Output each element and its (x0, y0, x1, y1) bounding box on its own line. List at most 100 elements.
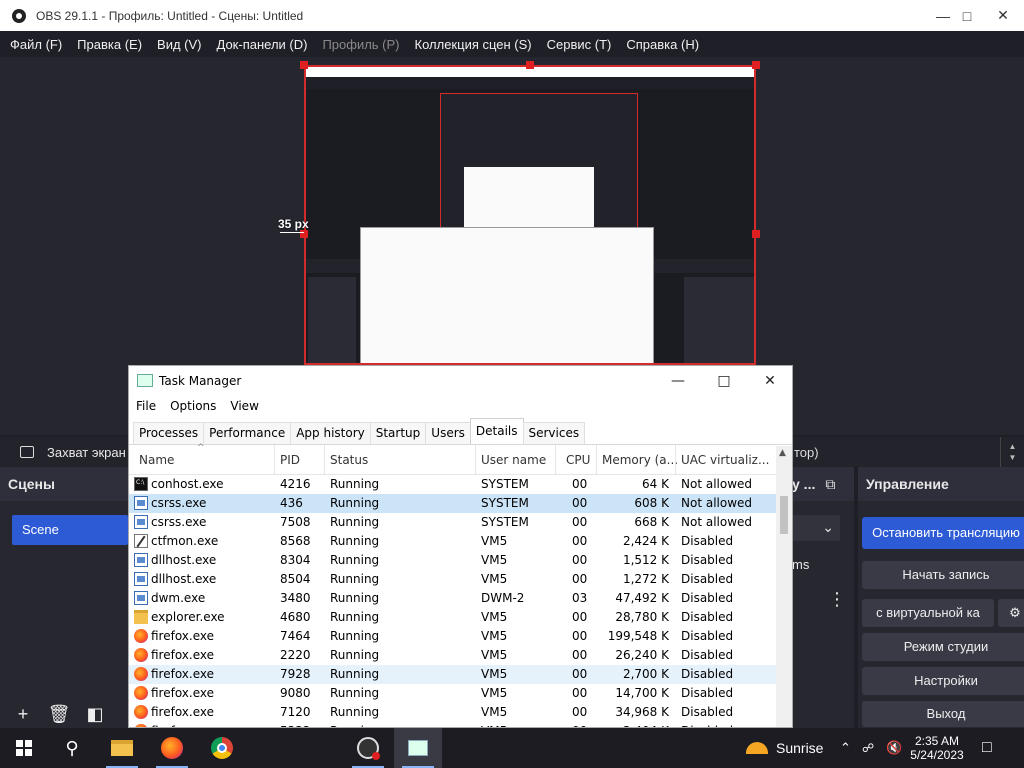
table-row[interactable]: conhost.exe 4216 Running SYSTEM 00 64 K Not al… (129, 475, 777, 494)
cell-cpu: 00 (572, 667, 588, 681)
table-row[interactable]: dwm.exe 3480 Running DWM-2 03 47,492 K Disable… (129, 589, 777, 608)
middle-field[interactable]: ⌄ (786, 515, 840, 541)
firefox-icon[interactable] (148, 728, 196, 768)
col-pid[interactable]: PID (280, 453, 300, 467)
tm-vertical-scrollbar[interactable]: ▲ (776, 446, 792, 727)
tm-menu-view[interactable]: View (230, 399, 258, 413)
distance-guide-line (280, 232, 304, 233)
col-cpu[interactable]: CPU (566, 453, 590, 467)
menu-scene-collection[interactable]: Коллекция сцен (S) (415, 37, 532, 52)
resize-handle-tl[interactable] (300, 61, 308, 69)
menu-file[interactable]: Файл (F) (10, 37, 62, 52)
cell-mem: 608 K (634, 496, 669, 510)
tab-startup[interactable]: Startup (369, 422, 427, 444)
table-row[interactable]: firefox.exe 2220 Running VM5 00 26,240 K Disab… (129, 646, 777, 665)
tm-maximize-button[interactable]: □ (701, 366, 747, 395)
col-status[interactable]: Status (330, 453, 368, 467)
more-options-icon[interactable]: ⋮ (828, 589, 846, 610)
menu-edit[interactable]: Правка (E) (77, 37, 142, 52)
table-row[interactable]: firefox.exe 7120 Running VM5 00 34,968 K Disab… (129, 703, 777, 722)
exit-button[interactable]: Выход (862, 701, 1024, 727)
menu-docks[interactable]: Док-панели (D) (217, 37, 308, 52)
cell-cpu: 00 (572, 705, 588, 719)
tm-menu-options[interactable]: Options (170, 399, 216, 413)
scene-filters-icon[interactable]: ◧ (80, 702, 110, 726)
show-hidden-icons-icon[interactable]: ⌃ (840, 728, 851, 768)
table-row[interactable]: csrss.exe 7508 Running SYSTEM 00 668 K Not all… (129, 513, 777, 532)
clock[interactable]: 2:35 AM 5/24/2023 (908, 728, 966, 768)
scroll-up-icon[interactable]: ▲ (779, 448, 786, 458)
network-icon[interactable]: ☍ (862, 728, 874, 768)
tab-details[interactable]: Details (469, 418, 524, 444)
resize-handle-r[interactable] (752, 230, 760, 238)
preview-canvas[interactable] (304, 65, 756, 365)
virtual-camera-settings-icon[interactable]: ⚙ (998, 599, 1024, 627)
tab-app-history[interactable]: App history (290, 422, 371, 444)
cell-name: csrss.exe (151, 515, 207, 529)
chrome-icon[interactable] (198, 728, 246, 768)
resize-handle-tr[interactable] (752, 61, 760, 69)
table-row[interactable]: firefox.exe 9080 Running VM5 00 14,700 K Disab… (129, 684, 777, 703)
display-select-spinner[interactable]: ▲ ▼ (1000, 437, 1024, 467)
cell-pid: 7928 (280, 667, 311, 681)
menu-tools[interactable]: Сервис (T) (547, 37, 612, 52)
table-row[interactable]: csrss.exe 436 Running SYSTEM 00 608 K Not allo… (129, 494, 777, 513)
virtual-camera-button[interactable]: с виртуальной ка (862, 599, 994, 627)
scrollbar-thumb[interactable] (780, 496, 788, 534)
cell-status: Running (330, 629, 380, 643)
tab-performance[interactable]: Performance (203, 422, 292, 444)
resize-handle-t[interactable] (526, 61, 534, 69)
table-row[interactable]: firefox.exe 7464 Running VM5 00 199,548 K Disa… (129, 627, 777, 646)
cell-uac: Disabled (681, 610, 734, 624)
cell-user: VM5 (481, 534, 508, 548)
process-folder-icon (134, 610, 148, 624)
cell-user: VM5 (481, 610, 508, 624)
start-button[interactable] (0, 728, 48, 768)
table-row[interactable]: firefox.exe 7928 Running VM5 00 2,700 K Disabl… (129, 665, 777, 684)
tab-processes[interactable]: Processes (133, 422, 205, 444)
tm-process-list: conhost.exe 4216 Running SYSTEM 00 64 K Not al… (129, 475, 792, 727)
tm-close-button[interactable]: ✕ (747, 366, 792, 395)
tm-minimize-button[interactable]: — (655, 366, 701, 395)
table-row[interactable]: dllhost.exe 8304 Running VM5 00 1,512 K Disabl… (129, 551, 777, 570)
cell-pid: 8568 (280, 534, 311, 548)
delete-scene-icon[interactable]: 🗑 (44, 702, 74, 726)
add-scene-icon[interactable]: + (8, 702, 38, 726)
close-button[interactable]: ✕ (980, 0, 1024, 31)
notifications-icon[interactable]: □ (982, 728, 992, 768)
table-row[interactable]: ctfmon.exe 8568 Running VM5 00 2,424 K Disable… (129, 532, 777, 551)
col-memory[interactable]: Memory (a... (602, 453, 678, 467)
menu-help[interactable]: Справка (H) (626, 37, 699, 52)
cell-status: Running (330, 667, 380, 681)
settings-button[interactable]: Настройки (862, 667, 1024, 695)
weather-widget[interactable]: Sunrise (746, 728, 823, 768)
start-recording-button[interactable]: Начать запись (862, 561, 1024, 589)
menu-view[interactable]: Вид (V) (157, 37, 201, 52)
file-explorer-icon[interactable] (98, 728, 146, 768)
cell-user: VM5 (481, 553, 508, 567)
col-user-name[interactable]: User name (481, 453, 546, 467)
clock-time: 2:35 AM (914, 734, 960, 748)
table-row[interactable]: explorer.exe 4680 Running VM5 00 28,780 K Disa… (129, 608, 777, 627)
tm-menu-file[interactable]: File (136, 399, 156, 413)
stop-streaming-button[interactable]: Остановить трансляцию (862, 517, 1024, 549)
cell-name: ctfmon.exe (151, 534, 219, 548)
source-display-select[interactable]: тор) (794, 445, 819, 460)
volume-muted-icon[interactable]: 🔇 (886, 728, 902, 768)
search-icon[interactable]: ⚲ (48, 728, 96, 768)
cell-uac: Disabled (681, 572, 734, 586)
dock-float-icon[interactable]: ⧉ (825, 476, 835, 493)
cell-user: SYSTEM (481, 496, 529, 510)
cell-name: firefox.exe (151, 667, 215, 681)
tab-users[interactable]: Users (425, 422, 471, 444)
col-uac[interactable]: UAC virtualiz... (681, 453, 769, 467)
scene-item[interactable]: Scene (12, 515, 128, 545)
table-row[interactable]: dllhost.exe 8504 Running VM5 00 1,272 K Disabl… (129, 570, 777, 589)
col-name[interactable]: Name (139, 453, 174, 467)
menu-profile[interactable]: Профиль (P) (322, 37, 399, 52)
task-manager-taskbar-icon[interactable] (394, 728, 442, 768)
tab-services[interactable]: Services (522, 422, 586, 444)
sort-ascending-icon: ^ (197, 443, 205, 453)
obs-taskbar-icon[interactable] (344, 728, 392, 768)
studio-mode-button[interactable]: Режим студии (862, 633, 1024, 661)
